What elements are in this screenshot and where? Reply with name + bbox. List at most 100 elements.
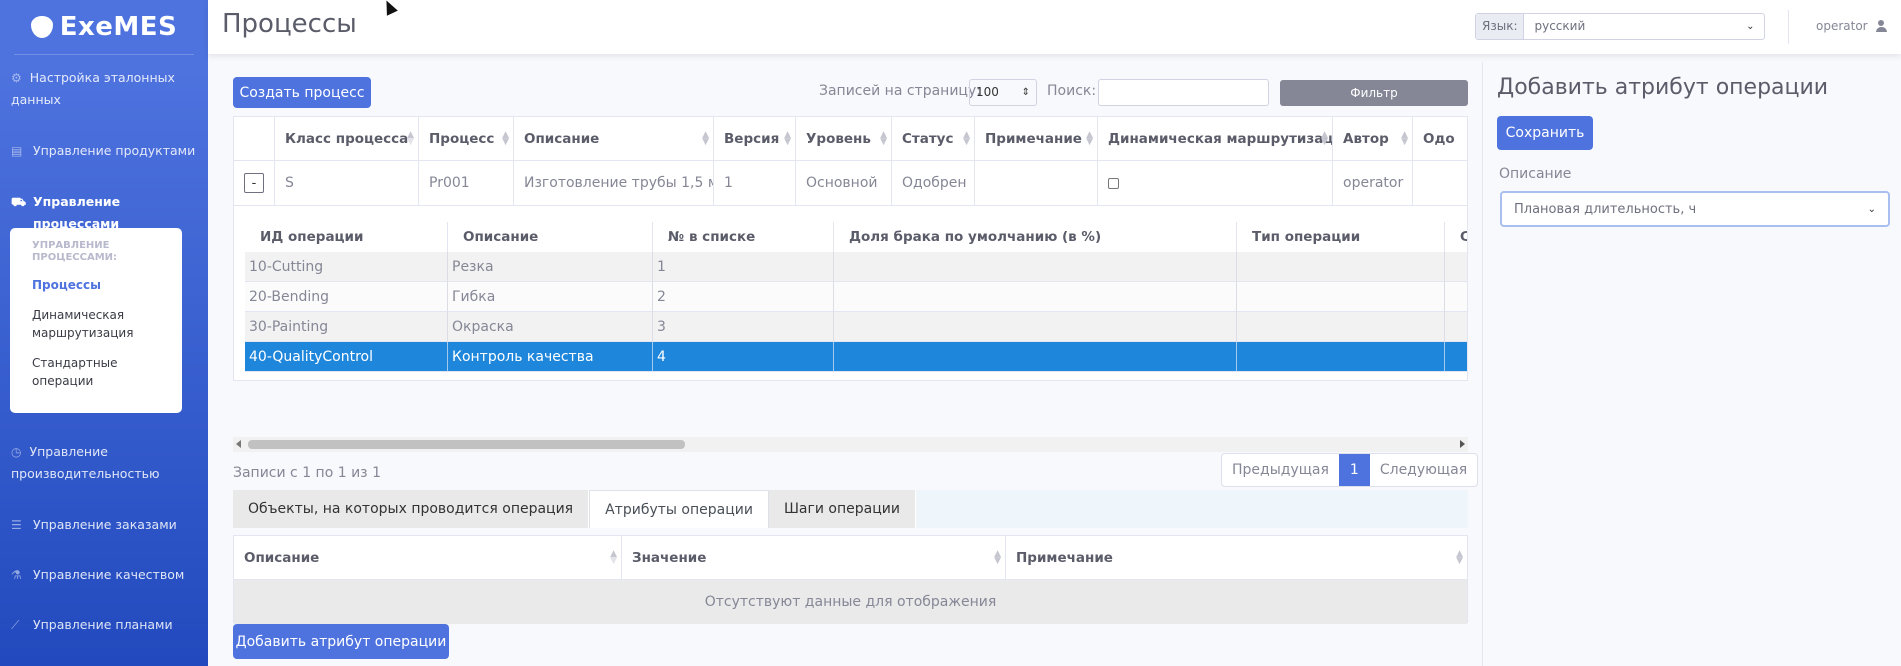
cell-process: Pr001	[419, 161, 514, 206]
submenu-item-processes[interactable]: Процессы	[32, 276, 160, 294]
cell-scrap-share	[834, 282, 1237, 312]
column-header-attr-desc[interactable]: Описание ▲ ▼	[234, 536, 622, 580]
sidebar-item-quality[interactable]: ⚗ Управление качеством	[0, 564, 208, 586]
column-header-process[interactable]: Процесс ▲ ▼	[419, 117, 514, 161]
list-item[interactable]: 30-Painting Окраска 3	[245, 312, 1467, 342]
empty-table-message: Отсутствуют данные для отображения	[234, 580, 1467, 624]
tab-objects[interactable]: Объекты, на которых проводится операция	[233, 490, 590, 528]
column-label: Одо	[1423, 130, 1455, 147]
list-item[interactable]: 10-Cutting Резка 1	[245, 252, 1467, 282]
cell-operation-type	[1237, 282, 1445, 312]
column-header-attr-note[interactable]: Примечание ▲ ▼	[1006, 536, 1467, 580]
column-header-author[interactable]: Автор ▲ ▼	[1333, 117, 1413, 161]
description-select[interactable]: Плановая длительность, ч ⌄	[1500, 191, 1890, 227]
cell-more	[1445, 282, 1467, 312]
clock-icon: ◷	[11, 445, 22, 459]
column-label: Версия	[724, 130, 780, 147]
submenu-item-dynamic-routing[interactable]: Динамическая маршрутизация	[32, 306, 160, 342]
horizontal-scrollbar[interactable]	[233, 437, 1468, 452]
column-header-toggle	[234, 117, 275, 161]
sidebar-item-label: Управление заказами	[33, 517, 177, 532]
column-header-version[interactable]: Версия ▲ ▼	[714, 117, 796, 161]
create-process-button[interactable]: Создать процесс	[233, 77, 371, 108]
column-header-scrap-share[interactable]: Доля брака по умолчанию (в %)	[834, 222, 1237, 252]
column-label: Примечание	[1016, 549, 1113, 566]
pagination: Предыдущая 1 Следующая	[1221, 453, 1479, 487]
scroll-right-icon[interactable]	[1460, 440, 1465, 448]
column-header-dynamic-routing[interactable]: Динамическая маршрутизация ▲ ▼	[1098, 117, 1333, 161]
collapse-toggle-button[interactable]: -	[244, 173, 264, 193]
sidebar-item-plans[interactable]: ⟋ Управление планами	[0, 614, 208, 636]
column-label: Класс процесса	[285, 130, 409, 147]
page-title: Процессы	[222, 9, 357, 39]
sidebar-item-label: Управление продуктами	[33, 143, 196, 158]
submenu-item-standard-operations[interactable]: Стандартные операции	[32, 354, 160, 390]
dynamic-routing-checkbox[interactable]	[1108, 177, 1119, 189]
column-header-class[interactable]: Класс процесса ▲ ▼	[275, 117, 419, 161]
sidebar-item-label: Настройка эталонных данных	[11, 70, 175, 107]
column-header-note[interactable]: Примечание ▲ ▼	[975, 117, 1098, 161]
user-icon	[1875, 20, 1887, 32]
chart-icon: ⟋	[11, 618, 20, 632]
column-label: Статус	[902, 130, 954, 147]
next-page-button[interactable]: Следующая	[1370, 454, 1477, 486]
sidebar-item-performance[interactable]: ◷ Управление производительностью	[0, 441, 208, 485]
column-header-approved[interactable]: Одо	[1413, 117, 1467, 161]
brand-logo-link[interactable]: ExeMES	[0, 0, 208, 54]
scrollbar-thumb[interactable]	[248, 440, 685, 449]
panel-title: Добавить атрибут операции	[1497, 75, 1829, 100]
sidebar-item-orders[interactable]: ☰ Управление заказами	[0, 514, 208, 536]
panel-divider	[1482, 62, 1483, 666]
sidebar-item-reference-data[interactable]: ⚙ Настройка эталонных данных	[0, 67, 208, 111]
cell-list-number: 3	[653, 312, 834, 342]
column-header-operation-id[interactable]: ИД операции	[245, 222, 448, 252]
column-header-level[interactable]: Уровень ▲ ▼	[796, 117, 892, 161]
column-header-description[interactable]: Описание ▲ ▼	[514, 117, 714, 161]
process-table: Класс процесса ▲ ▼ Процесс ▲ ▼ Описание ▲ ▼ Ве…	[233, 116, 1468, 381]
updown-icon: ⇕	[1021, 87, 1030, 98]
sidebar: ExeMES ⚙ Настройка эталонных данных ▤ Упра…	[0, 0, 208, 666]
sort-icon: ▲ ▼	[784, 130, 791, 147]
page-button-current[interactable]: 1	[1338, 454, 1370, 486]
description-label: Описание	[1499, 166, 1572, 182]
list-item[interactable]: 20-Bending Гибка 2	[245, 282, 1467, 312]
cell-operation-type	[1237, 312, 1445, 342]
operations-table-header: ИД операции Описание № в списке Доля бра…	[245, 222, 1467, 252]
search-input[interactable]	[1098, 79, 1269, 106]
search-label: Поиск:	[1047, 83, 1097, 99]
add-operation-attribute-button[interactable]: Добавить атрибут операции	[233, 624, 449, 659]
table-row[interactable]: - S Pr001 Изготовление трубы 1,5 м 1 Осн…	[234, 161, 1467, 206]
topbar: Процессы Язык: русский ⌄ operator	[208, 0, 1901, 54]
topbar-divider	[1788, 10, 1789, 44]
list-item-selected[interactable]: 40-QualityControl Контроль качества 4	[245, 342, 1467, 372]
column-header-list-number[interactable]: № в списке	[653, 222, 834, 252]
sort-asc-icon: ▲ ▼	[610, 549, 617, 566]
language-select[interactable]: русский ⌄	[1524, 14, 1764, 39]
prev-page-button[interactable]: Предыдущая	[1222, 454, 1339, 486]
cell-version: 1	[714, 161, 796, 206]
column-header-status[interactable]: Статус ▲ ▼	[892, 117, 975, 161]
sort-icon: ▲ ▼	[1401, 130, 1408, 147]
per-page-value: 100	[976, 85, 999, 99]
operation-tabs: Объекты, на которых проводится операция …	[233, 490, 1468, 528]
sidebar-item-products[interactable]: ▤ Управление продуктами	[0, 140, 208, 162]
column-header-more[interactable]: С	[1445, 222, 1467, 252]
submenu-header: УПРАВЛЕНИЕ ПРОЦЕССАМИ:	[32, 240, 118, 263]
scroll-left-icon[interactable]	[236, 440, 241, 448]
chevron-down-icon: ⌄	[1746, 21, 1755, 32]
cell-operation-id: 20-Bending	[245, 282, 448, 312]
filter-button[interactable]: Фильтр	[1280, 80, 1468, 106]
save-button[interactable]: Сохранить	[1497, 116, 1593, 150]
column-header-operation-desc[interactable]: Описание	[448, 222, 653, 252]
logo-icon	[30, 16, 53, 38]
column-label: Автор	[1343, 130, 1389, 147]
per-page-select[interactable]: 100 ⇕	[969, 79, 1037, 106]
tab-steps[interactable]: Шаги операции	[768, 490, 916, 528]
column-label: Уровень	[806, 130, 871, 147]
language-label: Язык:	[1476, 14, 1525, 39]
user-menu[interactable]: operator	[1816, 19, 1887, 33]
column-header-attr-value[interactable]: Значение ▲ ▼	[622, 536, 1006, 580]
tab-attributes[interactable]: Атрибуты операции	[589, 490, 769, 528]
column-header-operation-type[interactable]: Тип операции	[1237, 222, 1445, 252]
column-label: Описание	[244, 549, 320, 566]
